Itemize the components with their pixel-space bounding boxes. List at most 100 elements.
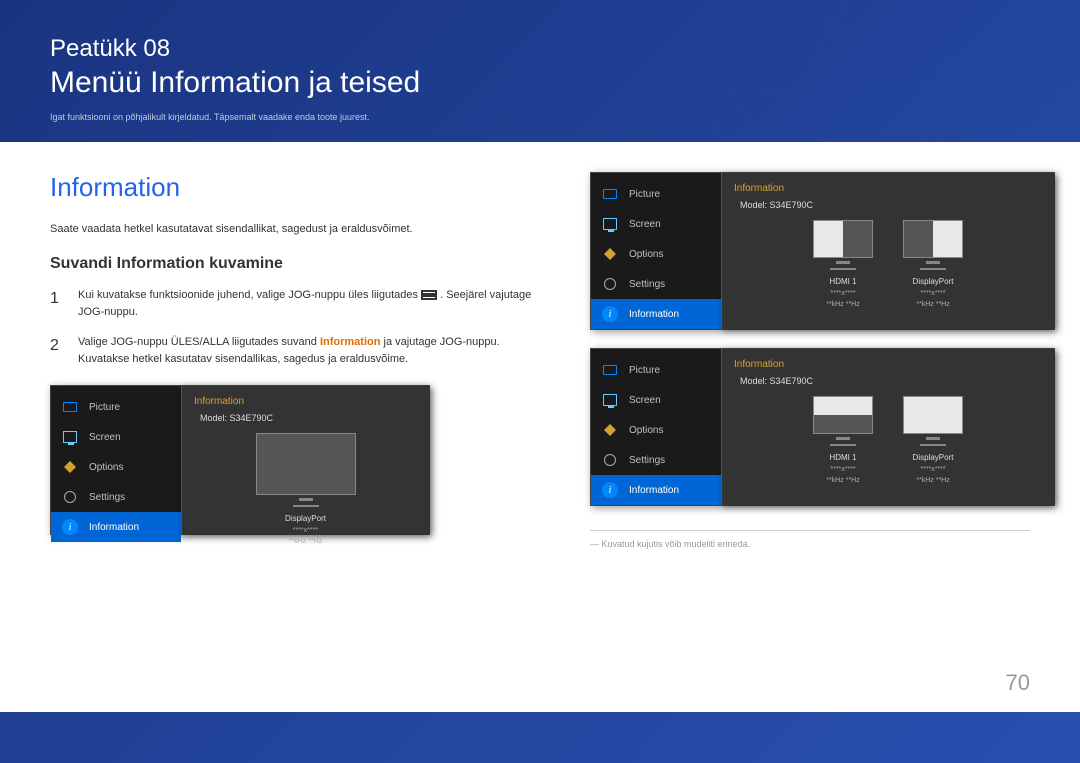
nav-label: Picture bbox=[629, 365, 660, 376]
monitor-icon bbox=[61, 400, 79, 414]
section-heading: Information bbox=[50, 172, 550, 203]
resolution-label: ****x**** bbox=[830, 290, 855, 297]
monitor-graphic-hdmi: HDMI 1 ****x**** **kHz **Hz bbox=[813, 396, 873, 484]
osd-screenshot-pbp: Picture Screen Options Settings iInforma… bbox=[590, 172, 1055, 330]
monitor-stand-icon bbox=[926, 261, 940, 264]
nav-label: Information bbox=[629, 485, 679, 496]
step-text: Kui kuvatakse funktsioonide juhend, vali… bbox=[78, 287, 550, 320]
page-subtitle: Igat funktsiooni on põhjalikult kirjelda… bbox=[50, 112, 1030, 122]
monitor-base-icon bbox=[830, 444, 856, 446]
screen-icon bbox=[61, 430, 79, 444]
monitor-stand-icon bbox=[299, 498, 313, 501]
monitor-stand-icon bbox=[926, 437, 940, 440]
frequency-label: **kHz **Hz bbox=[826, 301, 859, 308]
monitor-base-icon bbox=[830, 268, 856, 270]
monitor-base-icon bbox=[293, 505, 319, 507]
options-icon bbox=[601, 423, 619, 437]
osd-nav-picture: Picture bbox=[591, 179, 721, 209]
page-header: Peatükk 08 Menüü Information ja teised I… bbox=[0, 0, 1080, 142]
footnote-text: ― Kuvatud kujutis võib mudeliti erineda. bbox=[590, 539, 1055, 549]
subsection-heading: Suvandi Information kuvamine bbox=[50, 255, 550, 273]
info-icon: i bbox=[601, 483, 619, 497]
monitor-graphic-hdmi: HDMI 1 ****x**** **kHz **Hz bbox=[813, 220, 873, 308]
step-2: 2 Valige JOG-nuppu ÜLES/ALLA liigutades … bbox=[50, 334, 550, 367]
osd-nav-screen: Screen bbox=[591, 385, 721, 415]
osd-nav-screen: Screen bbox=[591, 209, 721, 239]
nav-label: Screen bbox=[629, 395, 661, 406]
nav-label: Options bbox=[629, 249, 663, 260]
mini-monitor-icon bbox=[903, 220, 963, 258]
osd-nav-information: i Information bbox=[591, 475, 721, 505]
nav-label: Settings bbox=[629, 279, 665, 290]
monitor-stand-icon bbox=[836, 437, 850, 440]
left-column: Information Saate vaadata hetkel kasutat… bbox=[50, 172, 550, 553]
osd-nav: Picture Screen Options Settings i Informa… bbox=[591, 349, 721, 505]
gear-icon bbox=[601, 453, 619, 467]
frequency-label: **kHz **Hz bbox=[289, 538, 322, 545]
frequency-label: **kHz **Hz bbox=[916, 477, 949, 484]
info-icon: i bbox=[601, 307, 619, 321]
mini-monitor-icon bbox=[813, 220, 873, 258]
resolution-label: ****x**** bbox=[920, 466, 945, 473]
page-title: Menüü Information ja teised bbox=[50, 66, 1030, 100]
osd-panel-title: Information bbox=[194, 396, 417, 407]
monitor-base-icon bbox=[920, 444, 946, 446]
section-description: Saate vaadata hetkel kasutatavat sisenda… bbox=[50, 223, 550, 235]
osd-info-panel: Information Model: S34E790C HDMI 1 ****x… bbox=[721, 349, 1054, 505]
osd-nav-options: Options bbox=[591, 239, 721, 269]
nav-label: Settings bbox=[629, 455, 665, 466]
nav-label: Screen bbox=[89, 432, 121, 443]
osd-nav-picture: Picture bbox=[591, 355, 721, 385]
resolution-label: ****x**** bbox=[920, 290, 945, 297]
nav-label: Picture bbox=[629, 189, 660, 200]
step-number: 2 bbox=[50, 334, 64, 367]
osd-screenshot-single: Picture Screen Options Settings iInforma… bbox=[50, 385, 430, 535]
osd-model-label: Model: S34E790C bbox=[734, 376, 1042, 386]
gear-icon bbox=[61, 490, 79, 504]
osd-nav-screen: Screen bbox=[51, 422, 181, 452]
osd-panel-title: Information bbox=[734, 183, 1042, 194]
chapter-label: Peatükk 08 bbox=[50, 35, 1030, 63]
frequency-label: **kHz **Hz bbox=[916, 301, 949, 308]
osd-nav-settings: Settings bbox=[51, 482, 181, 512]
menu-icon bbox=[421, 290, 437, 300]
nav-label: Options bbox=[89, 462, 123, 473]
port-label: DisplayPort bbox=[913, 277, 954, 286]
nav-label: Picture bbox=[89, 402, 120, 413]
gear-icon bbox=[601, 277, 619, 291]
footnote-rule bbox=[590, 530, 1030, 531]
resolution-label: ****x**** bbox=[293, 527, 318, 534]
osd-info-panel: Information Model: S34E790C DisplayPort … bbox=[181, 386, 429, 534]
options-icon bbox=[61, 460, 79, 474]
osd-nav-information: iInformation bbox=[591, 299, 721, 329]
osd-info-panel: Information Model: S34E790C HDMI 1 ****x… bbox=[721, 173, 1054, 329]
step-text: Valige JOG-nuppu ÜLES/ALLA liigutades su… bbox=[78, 334, 550, 367]
monitor-stand-icon bbox=[836, 261, 850, 264]
osd-panel-title: Information bbox=[734, 359, 1042, 370]
right-column: Picture Screen Options Settings i Informa… bbox=[590, 172, 1055, 553]
nav-label: Screen bbox=[629, 219, 661, 230]
monitor-icon bbox=[601, 187, 619, 201]
osd-nav-options: Options bbox=[51, 452, 181, 482]
monitor-base-icon bbox=[920, 268, 946, 270]
frequency-label: **kHz **Hz bbox=[826, 477, 859, 484]
mini-monitor-icon bbox=[256, 433, 356, 495]
osd-screenshot-pip: Picture Screen Options Settings i Informa… bbox=[590, 348, 1055, 506]
port-label: DisplayPort bbox=[913, 453, 954, 462]
osd-nav-information: iInformation bbox=[51, 512, 181, 542]
port-label: HDMI 1 bbox=[829, 453, 856, 462]
resolution-label: ****x**** bbox=[830, 466, 855, 473]
screen-icon bbox=[601, 393, 619, 407]
page-number: 70 bbox=[1006, 670, 1030, 696]
step-pre: Valige JOG-nuppu ÜLES/ALLA liigutades su… bbox=[78, 336, 320, 348]
osd-model-label: Model: S34E790C bbox=[194, 413, 417, 423]
mini-monitor-icon bbox=[903, 396, 963, 434]
monitor-icon bbox=[601, 363, 619, 377]
nav-label: Settings bbox=[89, 492, 125, 503]
content-area: Information Saate vaadata hetkel kasutat… bbox=[0, 142, 1080, 712]
osd-nav-options: Options bbox=[591, 415, 721, 445]
osd-model-label: Model: S34E790C bbox=[734, 200, 1042, 210]
osd-nav: Picture Screen Options Settings iInforma… bbox=[51, 386, 181, 534]
monitor-graphic: DisplayPort ****x**** **kHz **Hz bbox=[256, 433, 356, 545]
osd-nav-settings: Settings bbox=[591, 269, 721, 299]
